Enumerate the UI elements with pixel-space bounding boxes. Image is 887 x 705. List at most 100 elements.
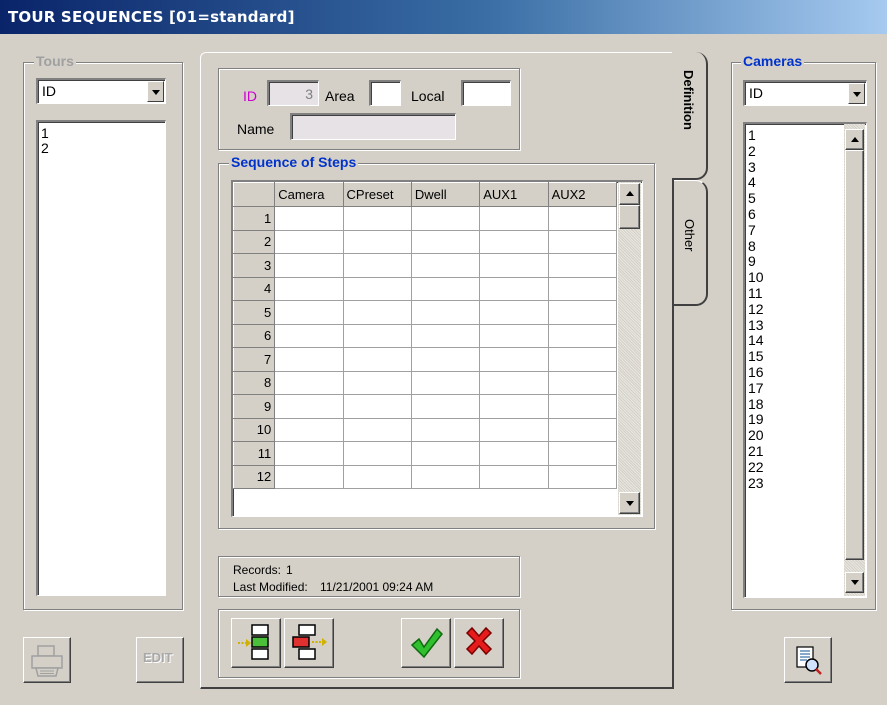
grid-cell[interactable]	[410, 323, 481, 348]
camera-list-item[interactable]: 21	[745, 443, 841, 460]
grid-cell[interactable]	[342, 276, 412, 301]
name-field[interactable]	[290, 113, 456, 140]
grid-row-header[interactable]: 10	[233, 417, 276, 442]
local-field[interactable]	[461, 80, 511, 106]
tour-list-item[interactable]: 2	[38, 141, 165, 156]
camera-list-item[interactable]: 3	[745, 159, 841, 176]
grid-cell[interactable]	[274, 323, 344, 348]
table-row[interactable]: 1	[233, 206, 618, 231]
grid-cell[interactable]	[547, 229, 618, 254]
table-row[interactable]: 9	[233, 394, 618, 419]
grid-cell[interactable]	[547, 394, 618, 419]
accept-button[interactable]	[401, 618, 451, 668]
grid-cell[interactable]	[342, 417, 412, 442]
sequence-grid[interactable]: Camera CPreset Dwell AUX1 AUX2 1 2 3 4 5 6 7 8 9 10 11 1…	[231, 180, 643, 517]
grid-cell[interactable]	[479, 417, 549, 442]
camera-list-item[interactable]: 19	[745, 412, 841, 428]
grid-cell[interactable]	[410, 394, 481, 419]
grid-corner-cell[interactable]	[233, 182, 276, 207]
camera-list-item[interactable]: 7	[745, 222, 841, 239]
grid-cell[interactable]	[342, 394, 412, 419]
camera-list-item[interactable]: 17	[745, 380, 841, 397]
grid-cell[interactable]	[547, 276, 618, 301]
grid-cell[interactable]	[410, 276, 481, 301]
title-bar[interactable]: TOUR SEQUENCES [01=standard]	[0, 0, 887, 34]
tour-list-item[interactable]: 1	[38, 126, 165, 141]
grid-cell[interactable]	[274, 394, 344, 419]
table-row[interactable]: 4	[233, 276, 618, 301]
grid-cell[interactable]	[547, 206, 618, 231]
cameras-sort-combobox[interactable]: ID	[743, 80, 867, 106]
grid-row-header[interactable]: 11	[233, 441, 276, 466]
grid-column-header[interactable]: Dwell	[410, 182, 481, 207]
tab-other[interactable]: Other	[674, 180, 708, 306]
grid-cell[interactable]	[410, 253, 481, 278]
grid-cell[interactable]	[479, 441, 549, 466]
table-row[interactable]: 3	[233, 253, 618, 278]
table-row[interactable]: 2	[233, 229, 618, 254]
print-button[interactable]	[23, 637, 71, 683]
grid-cell[interactable]	[479, 253, 549, 278]
grid-row-header[interactable]: 8	[233, 370, 276, 395]
grid-cell[interactable]	[274, 206, 344, 231]
camera-list-item[interactable]: 2	[745, 143, 841, 160]
grid-cell[interactable]	[410, 300, 481, 325]
grid-cell[interactable]	[479, 323, 549, 348]
id-field[interactable]: 3	[267, 80, 319, 106]
table-row[interactable]: 10	[233, 417, 618, 442]
cameras-scroll-thumb[interactable]	[845, 150, 864, 560]
grid-cell[interactable]	[410, 206, 481, 231]
grid-cell[interactable]	[410, 464, 481, 489]
grid-cell[interactable]	[479, 300, 549, 325]
tours-list[interactable]: 12	[36, 120, 166, 596]
grid-cell[interactable]	[479, 370, 549, 395]
grid-row-header[interactable]: 5	[233, 300, 276, 325]
camera-preview-button[interactable]	[784, 637, 832, 683]
camera-list-item[interactable]: 23	[745, 475, 841, 492]
table-row[interactable]: 6	[233, 323, 618, 348]
grid-cell[interactable]	[342, 464, 412, 489]
grid-column-header[interactable]: Camera	[274, 182, 344, 207]
grid-cell[interactable]	[274, 441, 344, 466]
grid-cell[interactable]	[547, 370, 618, 395]
grid-row-header[interactable]: 7	[233, 347, 276, 372]
camera-list-item[interactable]: 12	[745, 301, 841, 318]
camera-list-item[interactable]: 14	[745, 333, 841, 349]
table-row[interactable]: 8	[233, 370, 618, 395]
grid-row-header[interactable]: 6	[233, 323, 276, 348]
camera-list-item[interactable]: 1	[745, 127, 841, 144]
grid-cell[interactable]	[274, 370, 344, 395]
grid-cell[interactable]	[479, 229, 549, 254]
grid-cell[interactable]	[274, 276, 344, 301]
camera-list-item[interactable]: 13	[745, 317, 841, 334]
grid-cell[interactable]	[479, 464, 549, 489]
grid-row-header[interactable]: 2	[233, 229, 276, 254]
camera-list-item[interactable]: 22	[745, 459, 841, 476]
table-row[interactable]: 5	[233, 300, 618, 325]
sequence-scroll-up-button[interactable]	[619, 183, 640, 205]
grid-column-header[interactable]: AUX2	[547, 182, 618, 207]
grid-row-header[interactable]: 4	[233, 276, 276, 301]
grid-cell[interactable]	[479, 347, 549, 372]
grid-cell[interactable]	[342, 347, 412, 372]
tours-sort-dropdown-button[interactable]	[147, 81, 164, 102]
camera-list-item[interactable]: 6	[745, 206, 841, 223]
grid-cell[interactable]	[479, 276, 549, 301]
cameras-scroll-down-button[interactable]	[845, 572, 864, 593]
camera-list-item[interactable]: 9	[745, 254, 841, 270]
camera-list-item[interactable]: 20	[745, 427, 841, 444]
grid-cell[interactable]	[342, 229, 412, 254]
camera-list-item[interactable]: 8	[745, 238, 841, 255]
grid-cell[interactable]	[547, 441, 618, 466]
grid-cell[interactable]	[274, 300, 344, 325]
delete-step-button[interactable]	[284, 618, 334, 668]
grid-cell[interactable]	[547, 347, 618, 372]
area-field[interactable]	[369, 80, 401, 106]
grid-cell[interactable]	[410, 417, 481, 442]
table-row[interactable]: 11	[233, 441, 618, 466]
cancel-button[interactable]	[454, 618, 504, 668]
grid-cell[interactable]	[274, 253, 344, 278]
tours-sort-combobox[interactable]: ID	[36, 78, 166, 104]
grid-cell[interactable]	[342, 441, 412, 466]
insert-step-button[interactable]	[231, 618, 281, 668]
